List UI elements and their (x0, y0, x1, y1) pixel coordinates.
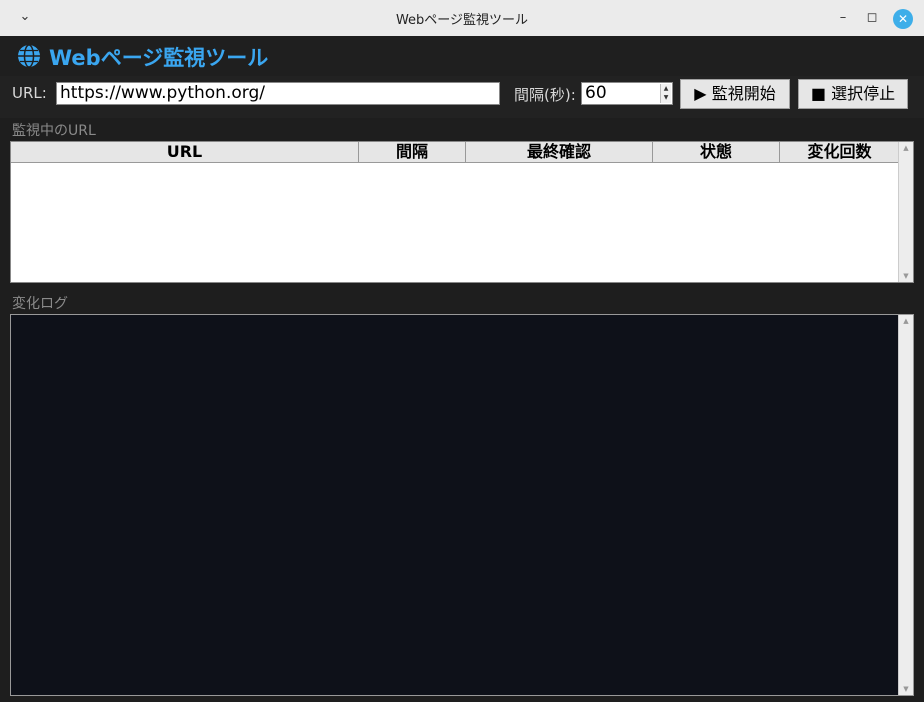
monitor-section-label: 監視中のURL (12, 123, 96, 139)
table-scrollbar[interactable]: ▲ ▼ (898, 142, 913, 282)
close-icon[interactable]: ✕ (893, 9, 913, 29)
globe-icon (18, 44, 40, 68)
spinbox-arrows[interactable]: ▲ ▼ (660, 84, 671, 103)
scroll-down-icon[interactable]: ▼ (899, 683, 913, 695)
start-monitoring-button[interactable]: ▶ 監視開始 (680, 79, 790, 109)
stop-selected-button[interactable]: ■ 選択停止 (798, 79, 908, 109)
monitor-table[interactable]: URL 間隔 最終確認 状態 変化回数 ▲ ▼ (10, 141, 914, 283)
column-header-status[interactable]: 状態 (653, 142, 780, 162)
spin-up-icon[interactable]: ▲ (661, 84, 671, 93)
url-input[interactable]: https://www.python.org/ (56, 82, 500, 105)
maximize-icon[interactable]: ◻ (862, 9, 882, 29)
interval-spinbox[interactable]: 60 ▲ ▼ (581, 82, 673, 105)
spin-down-icon[interactable]: ▼ (661, 93, 671, 102)
table-header: URL 間隔 最終確認 状態 変化回数 (11, 142, 899, 163)
scroll-down-icon[interactable]: ▼ (899, 270, 913, 282)
column-header-url[interactable]: URL (11, 142, 359, 162)
controls-bar: URL: https://www.python.org/ 間隔(秒): 60 ▲… (0, 76, 924, 118)
minimize-icon[interactable]: – (833, 9, 853, 29)
interval-label: 間隔(秒): (514, 86, 576, 104)
log-scrollbar[interactable]: ▲ ▼ (898, 315, 913, 695)
column-header-last-checked[interactable]: 最終確認 (466, 142, 653, 162)
scroll-up-icon[interactable]: ▲ (899, 315, 913, 327)
app-body: Webページ監視ツール URL: https://www.python.org/… (0, 36, 924, 702)
url-label: URL: (12, 84, 47, 102)
window-titlebar: ⌄ Webページ監視ツール – ◻ ✕ (0, 0, 924, 36)
window-title: Webページ監視ツール (395, 13, 529, 28)
scroll-up-icon[interactable]: ▲ (899, 142, 913, 154)
app-header: Webページ監視ツール (0, 36, 924, 76)
log-section-label: 変化ログ (12, 296, 68, 312)
app-title: Webページ監視ツール (49, 46, 269, 70)
column-header-change-count[interactable]: 変化回数 (780, 142, 899, 162)
column-header-interval[interactable]: 間隔 (359, 142, 466, 162)
interval-value[interactable]: 60 (585, 83, 607, 104)
change-log-area[interactable]: ▲ ▼ (10, 314, 914, 696)
